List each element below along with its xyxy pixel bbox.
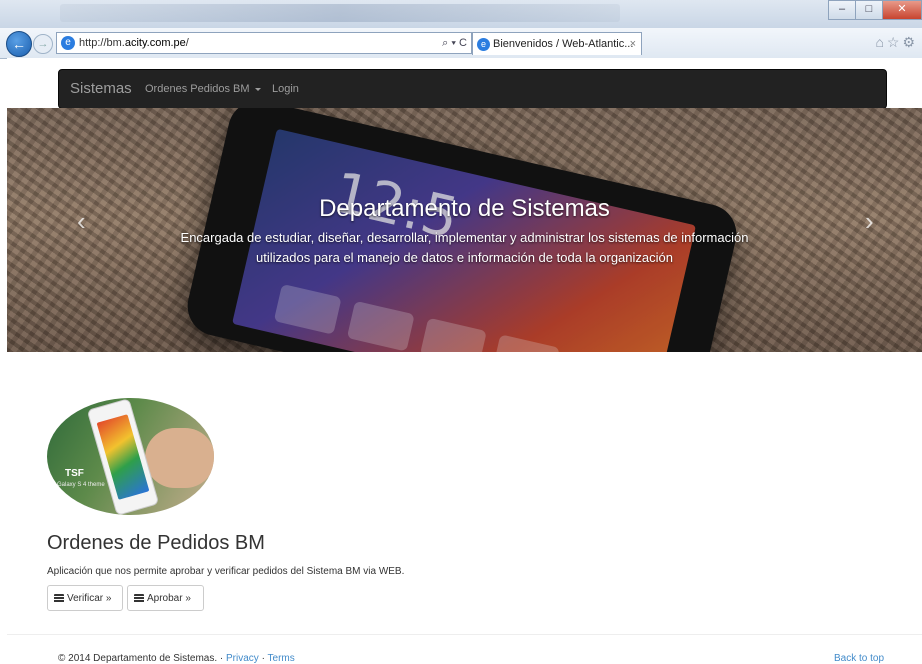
carousel-text: Encargada de estudiar, diseñar, desarrol… <box>180 230 749 265</box>
tab-ie-icon: e <box>477 37 490 51</box>
forward-button[interactable]: → <box>33 34 53 54</box>
hero-carousel: 12:5 ‹ › Departamento de Sistemas Encarg… <box>7 108 922 352</box>
ie-page-icon: e <box>61 36 75 51</box>
browser-tab[interactable]: e Bienvenidos / Web-Atlantic... × <box>472 32 642 55</box>
site-navbar: Sistemas Ordenes Pedidos BM Login <box>58 69 887 109</box>
web-page: Sistemas Ordenes Pedidos BM Login 12:5 ‹… <box>7 58 922 664</box>
address-bar[interactable]: e http://bm.acity.com.pe/ ⌕ ▾ C <box>56 32 472 54</box>
home-favorites-tools-icons[interactable]: ⌂☆⚙ <box>875 34 918 51</box>
close-window-button[interactable]: ✕ <box>882 0 922 20</box>
window-controls: – □ ✕ <box>828 0 922 20</box>
thumb-sub-text: Galaxy S 4 theme <box>57 482 105 488</box>
footer-divider <box>7 634 922 635</box>
back-to-top-link[interactable]: Back to top <box>834 653 884 664</box>
tab-title: Bienvenidos / Web-Atlantic... <box>493 38 634 51</box>
database-icon <box>54 593 64 603</box>
feature-image: TSF Galaxy S 4 theme <box>47 398 214 515</box>
feature-description: Aplicación que nos permite aprobar y ver… <box>47 566 405 577</box>
browser-title-bar: – □ ✕ <box>0 0 922 28</box>
window-title-blur <box>60 4 620 22</box>
database-icon <box>134 593 144 603</box>
nav-dropdown-pedidos[interactable]: Ordenes Pedidos BM <box>145 70 261 108</box>
hand-shape <box>145 428 214 488</box>
carousel-next-icon[interactable]: › <box>865 206 874 237</box>
carousel-prev-icon[interactable]: ‹ <box>77 206 86 237</box>
footer-copyright: © 2014 Departamento de Sistemas. · Priva… <box>58 653 295 664</box>
privacy-link[interactable]: Privacy <box>226 653 259 664</box>
nav-link-login[interactable]: Login <box>272 70 299 108</box>
terms-link[interactable]: Terms <box>268 653 295 664</box>
carousel-caption: Departamento de Sistemas Encargada de es… <box>157 194 772 268</box>
thumb-logo-text: TSF <box>65 468 84 479</box>
search-refresh-icons[interactable]: ⌕ ▾ C <box>442 33 467 53</box>
feature-title: Ordenes de Pedidos BM <box>47 532 265 554</box>
verify-button[interactable]: Verificar » <box>47 585 123 611</box>
carousel-title: Departamento de Sistemas <box>319 195 610 222</box>
address-url: http://bm.acity.com.pe/ <box>79 37 189 50</box>
browser-toolbar: ← → e http://bm.acity.com.pe/ ⌕ ▾ C e Bien… <box>0 28 922 59</box>
tab-close-icon[interactable]: × <box>630 33 636 55</box>
back-button[interactable]: ← <box>6 31 32 57</box>
minimize-button[interactable]: – <box>828 0 856 20</box>
maximize-button[interactable]: □ <box>855 0 883 20</box>
approve-button[interactable]: Aprobar » <box>127 585 204 611</box>
navbar-brand[interactable]: Sistemas <box>70 70 132 108</box>
caret-down-icon <box>254 87 261 91</box>
